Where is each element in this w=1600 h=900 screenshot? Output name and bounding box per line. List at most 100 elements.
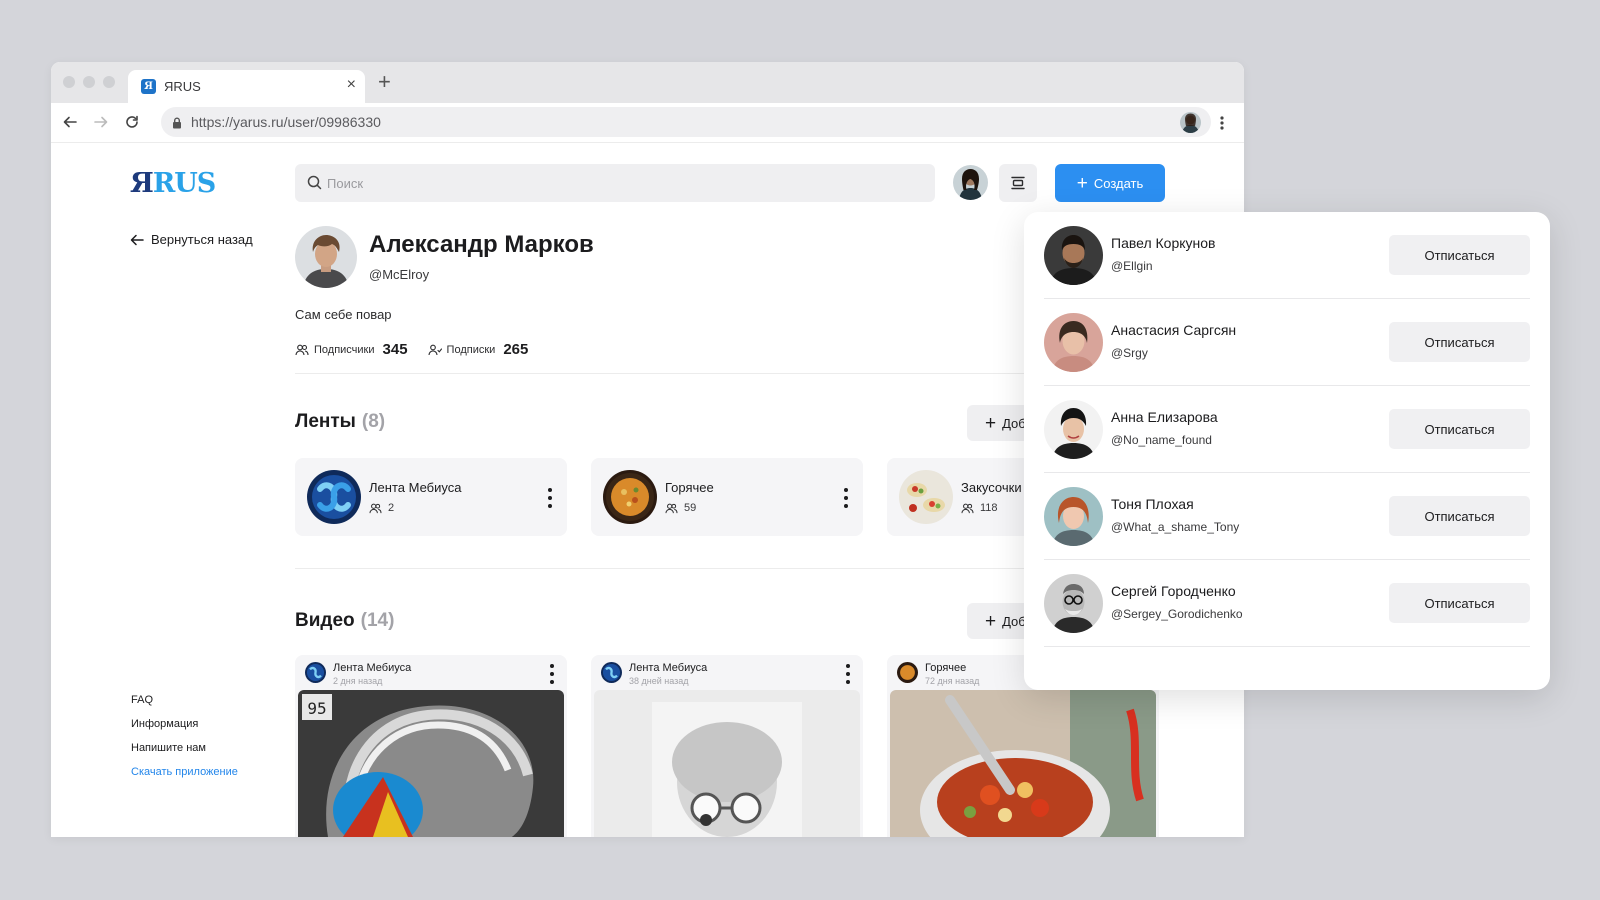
subscription-row: Сергей Городченко @Sergey_Gorodichenko О… — [1044, 560, 1530, 647]
unsubscribe-button[interactable]: Отписаться — [1389, 409, 1530, 449]
feeds-section-title: Ленты (8) — [295, 411, 386, 432]
feed-avatar — [307, 470, 361, 524]
app-logo[interactable]: ЯRUS — [130, 168, 216, 199]
unsubscribe-button[interactable]: Отписаться — [1389, 496, 1530, 536]
unsubscribe-button[interactable]: Отписаться — [1389, 583, 1530, 623]
close-window-dot[interactable] — [63, 76, 75, 88]
more-options-icon[interactable] — [549, 664, 555, 684]
feed-avatar — [897, 662, 918, 683]
browser-menu-icon[interactable] — [1217, 112, 1227, 134]
feed-subscribers: 59 — [665, 502, 696, 514]
subscription-name[interactable]: Анна Елизарова — [1111, 409, 1218, 425]
feed-name: Лента Мебиуса — [369, 480, 462, 495]
subscription-row: Павел Коркунов @Ellgin Отписаться — [1044, 212, 1530, 299]
info-link[interactable]: Информация — [131, 718, 238, 730]
plus-icon: + — [1076, 172, 1088, 194]
followers-label: Подписчики — [314, 343, 375, 356]
subscription-name[interactable]: Тоня Плохая — [1111, 496, 1194, 512]
search-box — [295, 164, 935, 202]
arrow-left-icon — [130, 234, 144, 245]
download-app-link[interactable]: Скачать приложение — [131, 766, 238, 778]
user-avatar[interactable] — [953, 165, 988, 200]
feed-name: Горячее — [665, 480, 714, 495]
subscription-name[interactable]: Сергей Городченко — [1111, 583, 1236, 599]
profile-stats: Подписчики 345 Подписки 265 — [295, 341, 548, 358]
browser-tab[interactable]: Я ЯRUS × — [128, 70, 365, 103]
subscription-name[interactable]: Павел Коркунов — [1111, 235, 1215, 251]
browser-profile-avatar[interactable] — [1180, 112, 1201, 133]
subscription-handle: @What_a_shame_Tony — [1111, 520, 1240, 534]
contact-link[interactable]: Напишите нам — [131, 742, 238, 754]
video-time: 2 дня назад — [333, 676, 383, 686]
subscription-handle: @Ellgin — [1111, 259, 1153, 273]
faq-link[interactable]: FAQ — [131, 694, 238, 706]
minimize-window-dot[interactable] — [83, 76, 95, 88]
subscription-handle: @Sergey_Gorodichenko — [1111, 607, 1243, 621]
subscription-name[interactable]: Анастасия Саргсян — [1111, 322, 1236, 338]
subscription-avatar[interactable] — [1044, 487, 1103, 546]
feed-avatar — [601, 662, 622, 683]
subscription-handle: @No_name_found — [1111, 433, 1212, 447]
close-tab-icon[interactable]: × — [347, 76, 356, 94]
profile-bio: Сам себе повар — [295, 307, 392, 322]
profile-avatar — [295, 226, 357, 288]
more-options-icon[interactable] — [845, 664, 851, 684]
feed-card[interactable]: Горячее 59 — [591, 458, 863, 536]
following-label: Подписки — [446, 343, 496, 356]
create-button-label: Создать — [1093, 175, 1144, 191]
video-card[interactable]: Лента Мебиуса 38 дней назад — [591, 655, 863, 837]
videos-count: (14) — [360, 610, 395, 631]
videos-section-title: Видео (14) — [295, 610, 395, 631]
search-input[interactable] — [327, 164, 917, 202]
video-thumbnail[interactable]: 95 — [298, 690, 564, 837]
divider — [295, 373, 1055, 374]
followers-icon — [961, 503, 974, 513]
video-card[interactable]: Лента Мебиуса 2 дня назад 95 — [295, 655, 567, 837]
back-arrow-icon[interactable] — [57, 109, 83, 135]
profile-handle: @McElroy — [369, 267, 430, 282]
feed-subscriber-count: 2 — [388, 502, 395, 514]
video-time: 38 дней назад — [629, 676, 689, 686]
back-link[interactable]: Вернуться назад — [130, 232, 253, 247]
profile-name: Александр Марков — [369, 231, 594, 258]
following-stat[interactable]: Подписки 265 — [427, 341, 529, 358]
feeds-count: (8) — [361, 411, 386, 432]
subscription-avatar[interactable] — [1044, 226, 1103, 285]
feed-subscriber-count: 59 — [684, 502, 697, 514]
video-thumbnail[interactable] — [594, 690, 860, 837]
new-tab-button[interactable]: + — [378, 71, 391, 93]
subscription-row: Анастасия Саргсян @Srgy Отписаться — [1044, 299, 1530, 386]
forward-arrow-icon[interactable] — [88, 109, 114, 135]
layout-icon — [1011, 176, 1025, 190]
maximize-window-dot[interactable] — [103, 76, 115, 88]
search-icon — [307, 175, 322, 195]
following-count: 265 — [503, 341, 529, 358]
unsubscribe-button[interactable]: Отписаться — [1389, 322, 1530, 362]
footer-links: FAQ Информация Напишите нам Скачать прил… — [131, 694, 238, 790]
feed-avatar — [603, 470, 657, 524]
address-bar[interactable]: https://yarus.ru/user/09986330 ☆ — [161, 107, 1211, 137]
following-icon — [427, 344, 442, 355]
subscription-avatar[interactable] — [1044, 574, 1103, 633]
favicon-icon: Я — [141, 79, 156, 94]
followers-stat[interactable]: Подписчики 345 — [295, 341, 408, 358]
lock-icon — [172, 116, 182, 134]
more-options-icon[interactable] — [843, 488, 849, 508]
video-time: 72 дня назад — [925, 676, 980, 686]
subscription-avatar[interactable] — [1044, 313, 1103, 372]
unsubscribe-button[interactable]: Отписаться — [1389, 235, 1530, 275]
video-thumbnail[interactable] — [890, 690, 1156, 837]
plus-icon: + — [985, 610, 997, 632]
more-options-icon[interactable] — [547, 488, 553, 508]
url-text: https://yarus.ru/user/09986330 — [191, 114, 381, 130]
subscription-handle: @Srgy — [1111, 346, 1148, 360]
feed-subscribers: 118 — [961, 502, 998, 514]
followers-icon — [369, 503, 382, 513]
layout-toggle-button[interactable] — [999, 164, 1037, 202]
create-button[interactable]: + Создать — [1055, 164, 1165, 202]
feed-card[interactable]: Лента Мебиуса 2 — [295, 458, 567, 536]
video-feed-name: Лента Мебиуса — [629, 662, 708, 674]
reload-icon[interactable] — [119, 109, 145, 135]
followers-icon — [665, 503, 678, 513]
subscription-avatar[interactable] — [1044, 400, 1103, 459]
